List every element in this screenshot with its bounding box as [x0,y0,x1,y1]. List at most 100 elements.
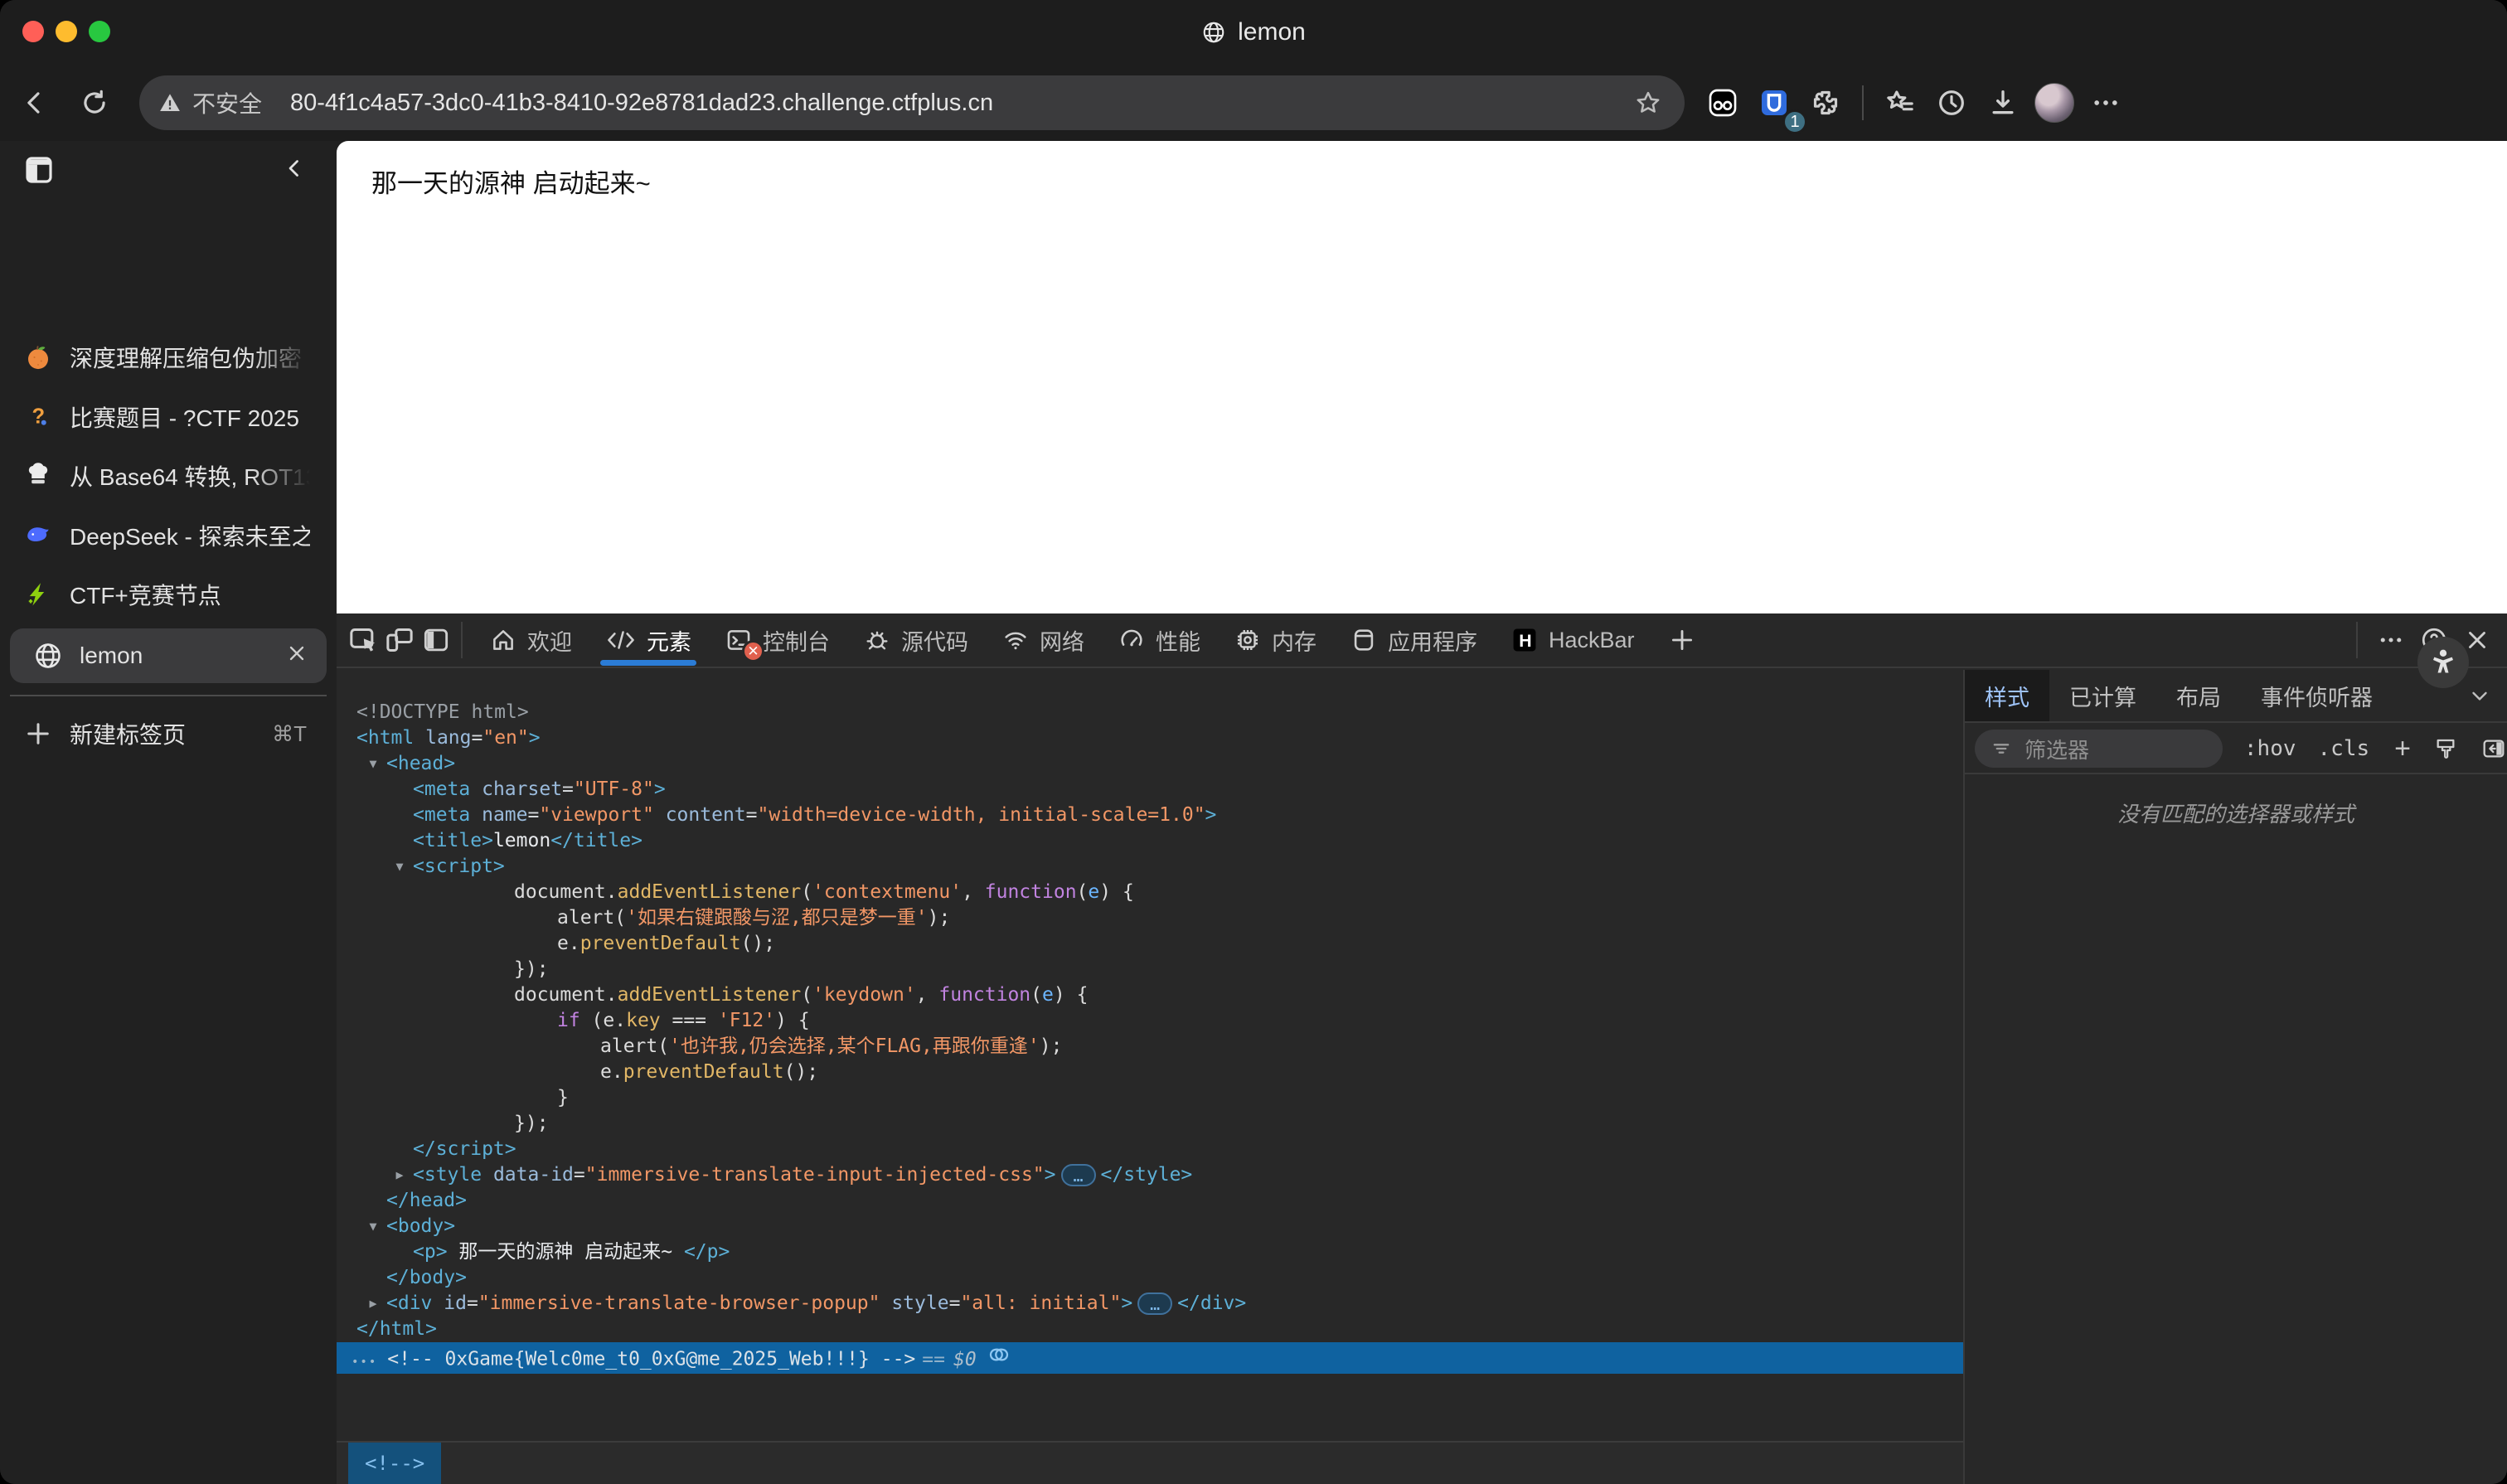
collapse-arrow-icon[interactable]: ▼ [363,751,383,777]
dom-tree-line[interactable]: alert('如果右键跟酸与涩,都只是梦一重'); [337,905,1963,931]
sidebar-tab-0[interactable]: 深度理解压缩包伪加密 | C3 [0,330,337,385]
expand-arrow-icon[interactable]: ▶ [390,1162,410,1188]
security-label: 不安全 [192,86,262,119]
dom-tree-line[interactable]: <html lang="en"> [337,725,1963,751]
new-tab-button[interactable]: 新建标签页 ⌘T [0,706,337,761]
favorite-star-icon [1634,89,1662,117]
url-text[interactable]: 80-4f1c4a57-3dc0-41b3-8410-92e8781dad23.… [290,90,1630,117]
new-style-rule-button[interactable]: + [2394,733,2411,765]
pseudo-state-toggle[interactable]: :hov [2244,736,2296,761]
dom-tree-line[interactable]: </script> [337,1137,1963,1162]
dom-tree-line[interactable]: e.preventDefault(); [337,931,1963,957]
dom-tree-line[interactable]: <p> 那一天的源神 启动起来~ </p> [337,1239,1963,1265]
security-chip[interactable]: 不安全 [158,86,262,119]
sidebar-tab-active-5[interactable]: lemon [10,628,327,683]
devtools-tab-label: 控制台 [763,624,830,657]
favorites-list-button[interactable] [1877,80,1923,126]
avatar-button[interactable] [2031,80,2078,126]
dom-tree-line[interactable]: ▼<head> [337,751,1963,777]
history-button[interactable] [1928,80,1975,126]
devtools-tab-控制台[interactable]: ✕控制台 [708,613,846,667]
dom-tree-line[interactable]: alert('也许我,仍会选择,某个FLAG,再跟你重逢'); [337,1034,1963,1060]
sidebar-tab-4[interactable]: CTF+竞赛节点 [0,567,337,622]
close-tab-icon[interactable] [285,642,308,665]
performance-icon [1118,626,1146,654]
goggles-extension-button[interactable] [1700,80,1746,126]
extensions-puzzle-button[interactable] [1802,80,1849,126]
console-error-badge: ✕ [742,640,764,662]
dom-node-selected-flag-comment[interactable]: •••<!-- 0xGame{Welc0me_t0_0xG@me_2025_We… [337,1342,1963,1374]
close-tab-button[interactable] [285,642,308,671]
styles-panel-tab-布局[interactable]: 布局 [2156,670,2241,721]
vertical-tabs-sidebar: 深度理解压缩包伪加密 | C3?比赛题目 - ?CTF 2025从 Base64… [0,141,337,1484]
styles-panel-tab-样式[interactable]: 样式 [1965,670,2049,721]
dom-tree-line[interactable]: <meta name="viewport" content="width=dev… [337,803,1963,828]
devtools-tab-内存[interactable]: 内存 [1217,613,1333,667]
dom-tree-line[interactable]: ▶<style data-id="immersive-translate-inp… [337,1162,1963,1188]
chevron-down-icon[interactable] [2467,683,2492,708]
copilot-badge-icon[interactable] [987,1342,1011,1367]
devtools-tab-网络[interactable]: 网络 [985,613,1101,667]
downloads-button[interactable] [1980,80,2026,126]
favorite-star-button[interactable] [1630,85,1666,121]
devtools-tab-性能[interactable]: 性能 [1101,613,1217,667]
dom-tree-line[interactable]: </body> [337,1265,1963,1291]
tab-panel-icon[interactable] [22,153,56,187]
collapsed-content-pill[interactable]: … [1137,1292,1172,1315]
styles-panel-tab-事件侦听器[interactable]: 事件侦听器 [2241,670,2393,721]
dom-tree-line[interactable]: document.addEventListener('keydown', fun… [337,982,1963,1008]
dom-tree-line[interactable]: ▼<body> [337,1214,1963,1239]
back-button[interactable] [12,80,58,126]
inspect-cursor-icon[interactable] [345,619,381,661]
devtools-tab-欢迎[interactable]: 欢迎 [473,613,589,667]
dom-tree-line[interactable]: <!DOCTYPE html> [337,700,1963,725]
rendering-brush-icon[interactable] [2432,735,2459,762]
elements-tree-panel[interactable]: <!DOCTYPE html><html lang="en">▼<head><m… [337,670,1963,1484]
dom-tree-line[interactable]: <meta charset="UTF-8"> [337,777,1963,803]
breadcrumb-comment-node[interactable]: <!--> [348,1443,441,1484]
sidebar-tab-3[interactable]: DeepSeek - 探索未至之境 [0,508,337,563]
dock-panel-icon[interactable] [418,619,454,661]
password-extension-button[interactable]: 1 [1751,80,1797,126]
dom-tree-line[interactable]: document.addEventListener('contextmenu',… [337,880,1963,905]
styles-panel-tab-已计算[interactable]: 已计算 [2049,670,2156,721]
dom-tree-line[interactable]: if (e.key === 'F12') { [337,1008,1963,1034]
collapse-arrow-icon[interactable]: ▼ [363,1214,383,1239]
styles-filter-input[interactable]: 筛选器 [1975,730,2223,768]
device-emulation-icon[interactable] [381,619,418,661]
reload-button[interactable] [71,80,118,126]
dom-tree-line[interactable]: </head> [337,1188,1963,1214]
dom-tree-line[interactable]: ▶<div id="immersive-translate-browser-po… [337,1291,1963,1317]
more-menu-button[interactable] [2083,80,2129,126]
element-class-toggle[interactable]: .cls [2318,736,2370,761]
address-bar[interactable]: 不安全 80-4f1c4a57-3dc0-41b3-8410-92e8781da… [139,75,1685,130]
plus-icon [1668,626,1696,654]
devtools-tab-label: 内存 [1272,624,1317,657]
computed-sidebar-toggle-icon[interactable] [2480,735,2507,762]
devtools-tab-源代码[interactable]: 源代码 [846,613,985,667]
dom-tree-line[interactable]: <title>lemon</title> [337,828,1963,854]
collapse-arrow-icon[interactable]: ▼ [390,854,410,880]
dom-tree-line[interactable]: } [337,1085,1963,1111]
devtools-tab-应用程序[interactable]: 应用程序 [1333,613,1494,667]
expand-arrow-icon[interactable]: ▶ [363,1291,383,1317]
new-tab-label: 新建标签页 [70,717,186,750]
sidebar-tab-1[interactable]: ?比赛题目 - ?CTF 2025 [0,390,337,444]
dom-tree-line[interactable]: ▼<script> [337,854,1963,880]
chefhat-favicon [23,461,53,491]
dom-tree-line[interactable]: }); [337,1111,1963,1137]
dom-tree-line[interactable]: }); [337,957,1963,982]
devtools-tab-元素[interactable]: 元素 [589,613,708,667]
collapse-sidebar-icon[interactable] [280,154,308,182]
sidebar-tab-2[interactable]: 从 Base64 转换, ROT13 暴 [0,449,337,503]
brush-icon [2432,735,2459,762]
styles-tabs-overflow[interactable] [2467,670,2492,721]
devtools-more-menu-icon[interactable] [2369,618,2412,662]
devtools-tab-HackBar[interactable]: HHackBar [1494,613,1651,667]
devtools-tab-bar: 欢迎元素✕控制台源代码网络性能内存应用程序HHackBar [337,613,2507,668]
dom-tree-line[interactable]: </html> [337,1317,1963,1342]
devtools-add-tab-button[interactable] [1651,613,1713,667]
dom-tree-line[interactable]: e.preventDefault(); [337,1060,1963,1085]
collapsed-content-pill[interactable]: … [1061,1164,1096,1186]
history-icon [1935,86,1968,119]
